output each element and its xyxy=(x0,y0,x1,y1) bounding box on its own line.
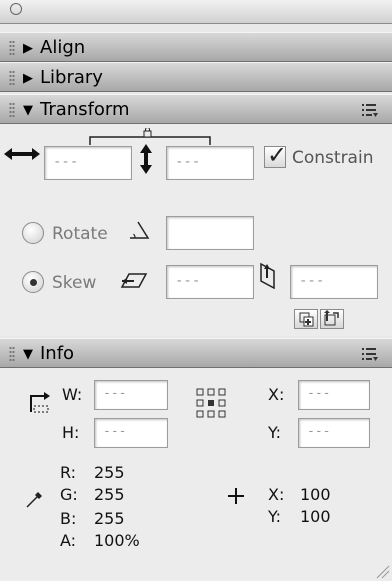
window-close-circle-icon[interactable] xyxy=(10,3,22,15)
reset-transform-button[interactable] xyxy=(320,309,344,329)
height-arrows-icon xyxy=(140,144,152,174)
skew-horizontal-icon xyxy=(120,273,148,288)
align-panel-header[interactable]: ▶ Align xyxy=(0,32,392,62)
align-panel-title: Align xyxy=(40,37,86,58)
info-h-input[interactable]: --- xyxy=(94,418,168,448)
rotate-angle-icon xyxy=(130,221,150,239)
info-w-label: W: xyxy=(62,385,83,404)
transform-panel-body: --- --- ✓ Constrain Rotate Skew --- --- xyxy=(0,124,392,336)
info-b-label: B: xyxy=(60,509,77,528)
skew-radio[interactable] xyxy=(22,271,44,293)
panel-menu-icon[interactable] xyxy=(362,103,378,117)
rotate-label: Rotate xyxy=(52,224,108,244)
info-panel-header[interactable]: ▼ Info xyxy=(0,338,392,368)
library-panel-header[interactable]: ▶ Library xyxy=(0,62,392,92)
info-a-value: 100% xyxy=(94,531,140,550)
constrain-checkbox[interactable]: ✓ xyxy=(264,141,287,169)
transform-width-input[interactable]: --- xyxy=(44,146,132,180)
info-y-label: Y: xyxy=(268,423,282,442)
info-g-value: 255 xyxy=(94,485,125,504)
info-panel-body: W: --- H: --- X: --- Y: --- R: 255 G: 25… xyxy=(0,368,392,581)
info-y-input[interactable]: --- xyxy=(298,418,370,448)
info-w-input[interactable]: --- xyxy=(94,380,168,410)
transform-panel-title: Transform xyxy=(40,99,130,120)
info-panel-title: Info xyxy=(40,343,75,364)
rotate-radio[interactable] xyxy=(22,222,44,244)
grip-icon[interactable] xyxy=(9,102,15,118)
size-corner-icon xyxy=(30,392,50,413)
grip-icon[interactable] xyxy=(9,346,15,362)
constrain-label: Constrain xyxy=(292,148,374,168)
copy-transform-icon xyxy=(299,312,314,327)
info-b-value: 255 xyxy=(94,509,125,528)
info-r-value: 255 xyxy=(94,463,125,482)
width-arrows-icon xyxy=(4,148,40,160)
skew-vertical-input[interactable]: --- xyxy=(290,265,378,299)
cursor-y-value: 100 xyxy=(300,507,331,526)
info-r-label: R: xyxy=(60,463,77,482)
window-titlebar xyxy=(0,0,392,24)
library-panel-title: Library xyxy=(40,67,103,88)
info-g-label: G: xyxy=(60,485,78,504)
info-h-label: H: xyxy=(62,423,80,442)
panel-menu-icon[interactable] xyxy=(362,347,378,361)
skew-label: Skew xyxy=(52,273,97,293)
info-a-label: A: xyxy=(60,531,77,550)
grip-icon[interactable] xyxy=(9,70,15,86)
copy-transform-button[interactable] xyxy=(294,309,318,329)
expand-triangle-icon[interactable]: ▶ xyxy=(23,42,33,55)
reset-transform-icon xyxy=(324,310,339,326)
registration-point-grid-icon[interactable] xyxy=(196,388,226,418)
collapse-triangle-icon[interactable]: ▼ xyxy=(23,104,33,117)
cursor-x-value: 100 xyxy=(300,485,331,504)
info-x-input[interactable]: --- xyxy=(298,380,370,410)
crosshair-icon xyxy=(228,488,244,504)
transform-panel-header[interactable]: ▼ Transform xyxy=(0,94,392,124)
info-x-label: X: xyxy=(268,385,285,404)
transform-height-input[interactable]: --- xyxy=(166,146,254,180)
skew-vertical-icon xyxy=(260,262,275,290)
cursor-y-label: Y: xyxy=(268,507,282,526)
cursor-x-label: X: xyxy=(268,485,285,504)
checkmark-icon: ✓ xyxy=(267,141,288,169)
expand-triangle-icon[interactable]: ▶ xyxy=(23,72,33,85)
grip-icon[interactable] xyxy=(9,40,15,56)
eyedropper-icon xyxy=(26,492,42,508)
collapse-triangle-icon[interactable]: ▼ xyxy=(23,348,33,361)
resize-grip-icon[interactable] xyxy=(374,563,390,579)
rotate-input[interactable] xyxy=(166,216,254,250)
skew-horizontal-input[interactable]: --- xyxy=(166,265,254,299)
